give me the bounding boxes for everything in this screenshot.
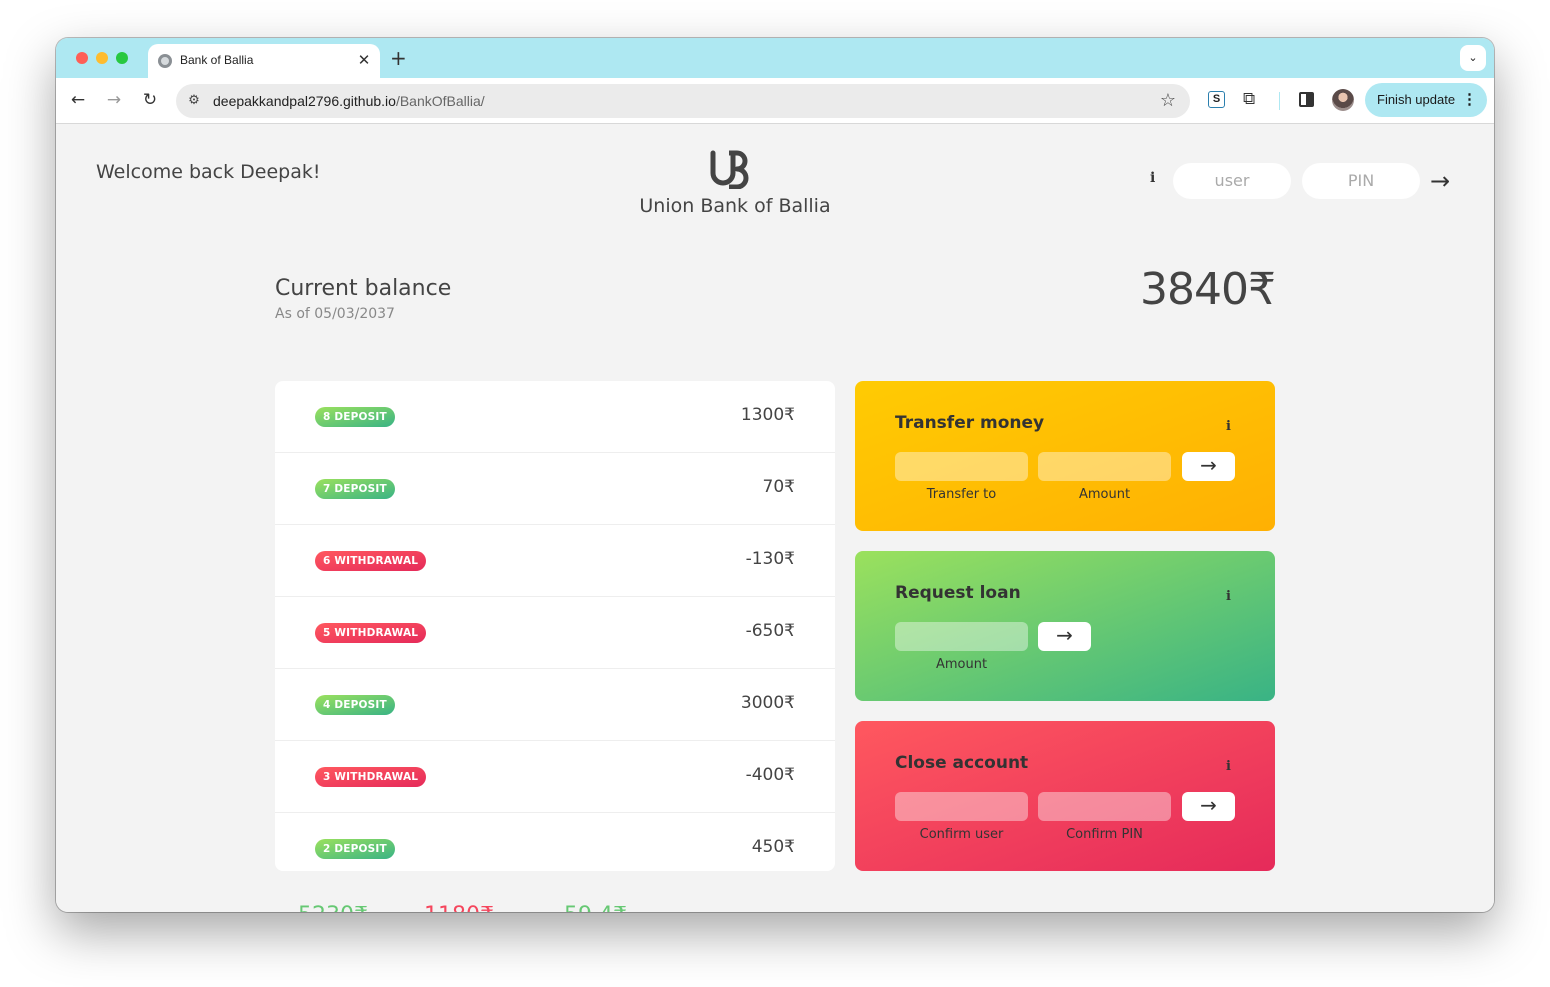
- movement-row: 6 WITHDRAWAL -130₹: [275, 525, 835, 597]
- movement-type-badge: 2 DEPOSIT: [315, 839, 395, 859]
- tab-title: Bank of Ballia: [180, 53, 254, 67]
- more-vert-icon[interactable]: ⋮: [1462, 83, 1477, 117]
- transfer-to-label: Transfer to: [926, 487, 997, 502]
- transfer-title: Transfer money: [895, 413, 1045, 433]
- info-icon[interactable]: i: [1226, 419, 1231, 434]
- summary-in-value: 5230₹: [298, 903, 368, 912]
- confirm-user-label: Confirm user: [919, 827, 1004, 842]
- globe-icon: [158, 54, 172, 68]
- movement-value: 3000₹: [740, 693, 795, 713]
- login-pin-input[interactable]: PIN: [1302, 163, 1420, 199]
- movement-value: -400₹: [745, 765, 795, 785]
- minimize-window-button[interactable]: [96, 52, 108, 64]
- loan-amount-label: Amount: [935, 657, 988, 672]
- balance-label: Current balance: [275, 276, 452, 301]
- address-bar[interactable]: ⚙ deepakkandpal2796.github.io/BankOfBall…: [176, 84, 1190, 118]
- url-path: /BankOfBallia/: [395, 93, 485, 109]
- transfer-amount-label: Amount: [1078, 487, 1131, 502]
- bank-logo-icon: [710, 150, 749, 189]
- movement-row: 2 DEPOSIT 450₹: [275, 813, 835, 871]
- transfer-money-card: Transfer money i → Transfer to Amount: [855, 381, 1275, 531]
- confirm-user-input[interactable]: [895, 792, 1028, 821]
- movement-type-badge: 5 WITHDRAWAL: [315, 623, 427, 643]
- balance-date: As of 05/03/2037: [275, 306, 395, 322]
- confirm-pin-input[interactable]: [1038, 792, 1171, 821]
- login-user-input[interactable]: user: [1173, 163, 1291, 199]
- movement-row: 8 DEPOSIT 1300₹: [275, 381, 835, 453]
- puzzle-icon[interactable]: ⧉: [1243, 89, 1255, 109]
- welcome-message: Welcome back Deepak!: [96, 161, 321, 183]
- toolbar-divider: [1279, 92, 1280, 110]
- movement-type-badge: 3 WITHDRAWAL: [315, 767, 427, 787]
- movement-value: 450₹: [751, 837, 795, 857]
- finish-update-button[interactable]: Finish update ⋮: [1365, 83, 1487, 117]
- movement-row: 7 DEPOSIT 70₹: [275, 453, 835, 525]
- url-host: deepakkandpal2796.github.io: [213, 93, 396, 109]
- close-window-button[interactable]: [76, 52, 88, 64]
- info-icon[interactable]: i: [1226, 589, 1231, 604]
- tab-bar: Bank of Ballia ✕ + ⌄: [56, 38, 1494, 78]
- summary-out-value: 1180₹: [424, 903, 494, 912]
- confirm-pin-label: Confirm PIN: [1066, 827, 1143, 842]
- movement-type-badge: 4 DEPOSIT: [315, 695, 395, 715]
- loan-submit-button[interactable]: →: [1038, 622, 1091, 651]
- movement-row: 4 DEPOSIT 3000₹: [275, 669, 835, 741]
- loan-amount-input[interactable]: [895, 622, 1028, 651]
- info-icon[interactable]: i: [1150, 170, 1155, 186]
- close-account-card: Close account i → Confirm user Confirm P…: [855, 721, 1275, 871]
- extension-s-icon[interactable]: S: [1208, 91, 1225, 108]
- bank-name: Union Bank of Ballia: [639, 195, 831, 217]
- movement-row: 5 WITHDRAWAL -650₹: [275, 597, 835, 669]
- reload-icon[interactable]: ↻: [139, 89, 161, 111]
- maximize-window-button[interactable]: [116, 52, 128, 64]
- transfer-amount-input[interactable]: [1038, 452, 1171, 481]
- forward-arrow-icon[interactable]: →: [103, 89, 125, 111]
- chevron-down-icon[interactable]: ⌄: [1460, 45, 1486, 71]
- movement-row: 3 WITHDRAWAL -400₹: [275, 741, 835, 813]
- side-panel-icon[interactable]: [1299, 92, 1314, 107]
- balance-value: 3840₹: [1140, 264, 1276, 315]
- loan-title: Request loan: [895, 583, 1021, 603]
- close-title: Close account: [895, 753, 1029, 773]
- transfer-to-input[interactable]: [895, 452, 1028, 481]
- site-settings-icon[interactable]: ⚙: [186, 93, 202, 109]
- back-arrow-icon[interactable]: ←: [67, 89, 89, 111]
- browser-window: Bank of Ballia ✕ + ⌄ ← → ↻ ⚙ deepakkandp…: [56, 38, 1494, 912]
- tab-bank-of-ballia[interactable]: Bank of Ballia ✕: [148, 44, 380, 78]
- login-button[interactable]: →: [1430, 167, 1450, 195]
- browser-toolbar: ← → ↻ ⚙ deepakkandpal2796.github.io/Bank…: [56, 78, 1494, 124]
- info-icon[interactable]: i: [1226, 759, 1231, 774]
- movement-value: 70₹: [762, 477, 795, 497]
- summary-interest-value: 59.4₹: [564, 903, 627, 912]
- url-text[interactable]: deepakkandpal2796.github.io/BankOfBallia…: [213, 93, 485, 109]
- movement-value: 1300₹: [740, 405, 795, 425]
- bank-app-page: Welcome back Deepak! Union Bank of Balli…: [56, 125, 1494, 912]
- movements-list: 8 DEPOSIT 1300₹ 7 DEPOSIT 70₹ 6 WITHDRAW…: [275, 381, 835, 871]
- transfer-submit-button[interactable]: →: [1182, 452, 1235, 481]
- movement-value: -130₹: [745, 549, 795, 569]
- movement-value: -650₹: [745, 621, 795, 641]
- request-loan-card: Request loan i → Amount: [855, 551, 1275, 701]
- close-icon[interactable]: ✕: [356, 51, 372, 69]
- finish-update-label: Finish update: [1377, 92, 1456, 107]
- movement-type-badge: 8 DEPOSIT: [315, 407, 395, 427]
- close-submit-button[interactable]: →: [1182, 792, 1235, 821]
- star-icon[interactable]: ☆: [1160, 90, 1176, 111]
- profile-avatar-icon[interactable]: [1332, 89, 1354, 111]
- movement-type-badge: 7 DEPOSIT: [315, 479, 395, 499]
- movement-type-badge: 6 WITHDRAWAL: [315, 551, 427, 571]
- plus-icon[interactable]: +: [390, 46, 407, 70]
